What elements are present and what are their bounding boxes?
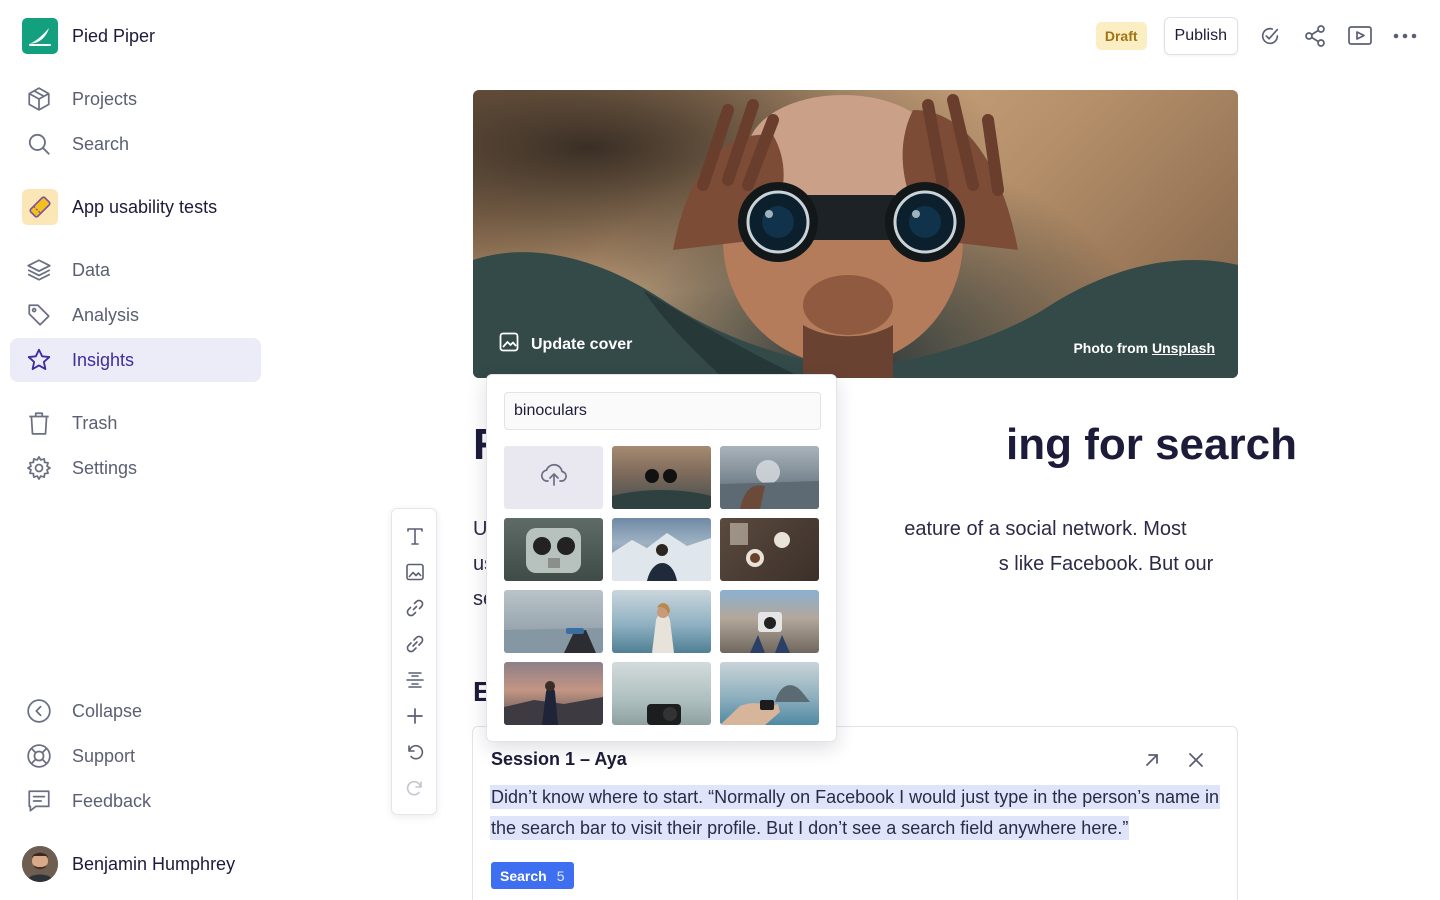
plus-icon[interactable] <box>402 703 428 729</box>
sidebar-item-projects[interactable]: Projects <box>10 77 261 121</box>
sidebar-item-label: Insights <box>72 349 135 370</box>
user-name: Benjamin Humphrey <box>72 853 236 874</box>
gear-icon <box>26 455 52 481</box>
session-card: Session 1 – Aya Didn’t know where to sta… <box>472 726 1238 900</box>
more-icon[interactable] <box>1392 23 1418 49</box>
brand-name: Pied Piper <box>72 25 156 46</box>
insert-toolbar <box>391 508 437 815</box>
search-icon <box>26 131 52 157</box>
image-thumbnail[interactable] <box>720 590 819 653</box>
thumbnail-glass-city <box>720 460 819 509</box>
pied-piper-logo-icon <box>22 18 58 54</box>
sidebar-item-collapse[interactable]: Collapse <box>10 689 261 733</box>
sidebar-item-label: Search <box>72 133 130 154</box>
cover-image-picker <box>486 374 837 742</box>
redo-icon[interactable] <box>402 775 428 801</box>
close-icon[interactable] <box>1185 749 1207 771</box>
lifebuoy-icon <box>26 743 52 769</box>
top-toolbar: Draft Publish <box>1095 17 1418 55</box>
trash-icon <box>26 410 52 436</box>
sidebar-item-label: App usability tests <box>72 196 218 217</box>
star-icon <box>26 347 52 373</box>
cover-image: Update cover Photo from Unsplash <box>473 90 1238 378</box>
sidebar-item-search[interactable]: Search <box>10 122 261 166</box>
sidebar-item-label: Projects <box>72 88 138 109</box>
chevron-left-circle-icon <box>26 698 52 724</box>
image-icon[interactable] <box>402 559 428 585</box>
sidebar-item-label: Settings <box>72 457 138 478</box>
divider-icon[interactable] <box>402 667 428 693</box>
sidebar: Pied Piper Projects Search App usability… <box>0 0 272 900</box>
session-title: Session 1 – Aya <box>491 749 627 769</box>
thumbnail-binoculars-man <box>612 469 711 509</box>
check-circle-icon[interactable] <box>1257 23 1283 49</box>
image-thumbnail[interactable] <box>504 590 603 653</box>
unsplash-link[interactable]: Unsplash <box>1152 340 1215 356</box>
session-quote[interactable]: Didn’t know where to start. “Normally on… <box>490 782 1225 844</box>
sidebar-item-feedback[interactable]: Feedback <box>10 779 261 823</box>
thumbnail-island-view <box>720 685 810 725</box>
sidebar-item-trash[interactable]: Trash <box>10 401 261 445</box>
thumbnail-sea-telescope <box>504 628 603 653</box>
image-thumbnail[interactable] <box>504 662 603 725</box>
sidebar-item-label: Data <box>72 259 111 280</box>
sidebar-item-label: Support <box>72 745 136 766</box>
status-badge: Draft <box>1095 22 1147 50</box>
thumbnail-sunset-hiker <box>504 681 603 725</box>
image-thumbnail[interactable] <box>612 518 711 581</box>
cloud-upload-icon <box>539 462 569 493</box>
image-thumbnail[interactable] <box>720 662 819 725</box>
sidebar-item-project[interactable]: App usability tests <box>10 185 261 229</box>
image-icon <box>499 332 519 357</box>
layers-icon <box>26 257 52 283</box>
photo-credit-prefix: Photo from <box>1073 340 1149 356</box>
update-cover-button[interactable]: Update cover <box>499 332 632 357</box>
upload-image-button[interactable] <box>504 446 603 509</box>
highlighted-quote-text: Didn’t know where to start. “Normally on… <box>490 785 1221 840</box>
link-alt-icon[interactable] <box>402 631 428 657</box>
tag-icon <box>26 302 52 328</box>
session-card-actions <box>1119 749 1207 771</box>
sidebar-item-insights[interactable]: Insights <box>10 338 261 382</box>
image-thumbnail[interactable] <box>612 446 711 509</box>
image-thumbnail[interactable] <box>720 446 819 509</box>
thumbnail-coin-binocular <box>526 528 581 573</box>
thumbnail-coffee-table <box>730 523 790 567</box>
search-tag[interactable]: Search 5 <box>491 862 574 889</box>
message-icon <box>26 788 52 814</box>
undo-icon[interactable] <box>402 739 428 765</box>
sidebar-item-label: Trash <box>72 412 118 433</box>
thumbnail-camera-hands <box>750 612 790 653</box>
tag-count: 5 <box>556 867 565 884</box>
arrow-up-right-icon[interactable] <box>1141 749 1163 771</box>
sidebar-item-label: Feedback <box>72 790 152 811</box>
tag-label: Search <box>500 867 547 884</box>
avatar <box>22 846 58 882</box>
image-thumbnail[interactable] <box>504 518 603 581</box>
sidebar-item-label: Collapse <box>72 700 143 721</box>
publish-button[interactable]: Publish <box>1163 17 1238 55</box>
image-thumbnail[interactable] <box>720 518 819 581</box>
thumbnail-woman-sea <box>652 603 674 653</box>
ticket-icon <box>22 189 58 225</box>
photo-credit: Photo from Unsplash <box>1073 340 1215 356</box>
box-icon <box>26 86 52 112</box>
image-thumbnail[interactable] <box>612 590 711 653</box>
text-icon[interactable] <box>402 523 428 549</box>
thumbnail-mountain-lookout <box>612 533 711 581</box>
thumbnail-foggy-camera <box>647 704 681 725</box>
update-cover-label: Update cover <box>531 335 633 353</box>
brand[interactable]: Pied Piper <box>22 18 155 54</box>
sidebar-item-support[interactable]: Support <box>10 734 261 778</box>
image-search-input[interactable] <box>504 392 821 430</box>
sidebar-item-settings[interactable]: Settings <box>10 446 261 490</box>
link-icon[interactable] <box>402 595 428 621</box>
image-thumbnail[interactable] <box>612 662 711 725</box>
sidebar-item-label: Analysis <box>72 304 140 325</box>
share-icon[interactable] <box>1302 23 1328 49</box>
sidebar-item-data[interactable]: Data <box>10 248 261 292</box>
sidebar-user[interactable]: Benjamin Humphrey <box>10 842 261 886</box>
sidebar-item-analysis[interactable]: Analysis <box>10 293 261 337</box>
present-icon[interactable] <box>1347 23 1373 49</box>
